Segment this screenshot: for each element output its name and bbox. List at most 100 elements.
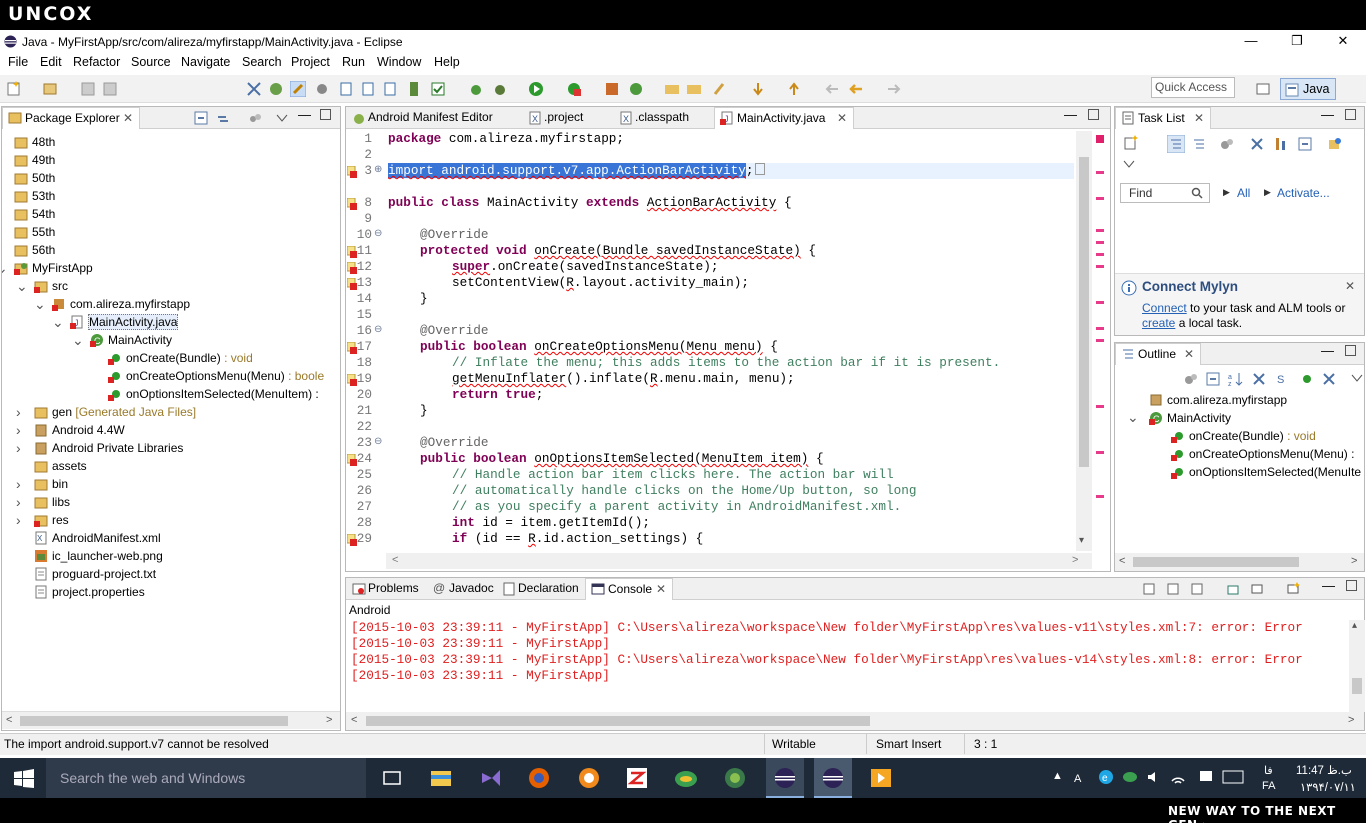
tree-item-50th[interactable]: ›50th — [14, 169, 55, 187]
package-explorer-hscroll[interactable]: < > — [2, 711, 340, 729]
tree-item-res[interactable]: › res — [16, 511, 69, 529]
new-icon[interactable] — [6, 81, 22, 97]
outline-item-onoptionsitemselected[interactable]: onOptionsItemSelected(MenuIte — [1171, 463, 1361, 481]
console-hscroll[interactable]: < > — [346, 712, 1364, 730]
view-menu-icon[interactable] — [1123, 159, 1135, 169]
all-link[interactable]: All — [1237, 186, 1250, 200]
minimize-view-icon[interactable]: — — [1321, 107, 1334, 122]
collapse-arrow-icon[interactable]: › — [16, 405, 26, 419]
maximize-view-icon[interactable] — [1088, 109, 1099, 120]
menu-window[interactable]: Window — [377, 55, 421, 69]
taskbar-eclipse-2[interactable] — [814, 758, 852, 798]
error-marker-icon[interactable] — [347, 262, 359, 274]
file-explorer-icon[interactable] — [430, 767, 452, 789]
hide-local-types-icon[interactable] — [1321, 371, 1337, 387]
expand-arrow-icon[interactable]: ⌄ — [2, 261, 8, 275]
view-menu-icon[interactable] — [276, 113, 288, 123]
console-vscroll[interactable]: ▴ — [1349, 620, 1365, 712]
skip-breakpoints-icon[interactable] — [246, 81, 262, 97]
media-player-icon[interactable] — [578, 767, 600, 789]
hide-completed-icon[interactable] — [1249, 136, 1265, 152]
new-class-icon[interactable] — [468, 81, 484, 97]
editor-hscroll[interactable]: < > — [386, 553, 1092, 569]
tree-item-54th[interactable]: ›54th — [14, 205, 55, 223]
tree-item-android-private-libraries[interactable]: › Android Private Libraries — [16, 439, 183, 457]
back-icon[interactable] — [848, 81, 864, 97]
scroll-lock-icon[interactable] — [1166, 582, 1180, 596]
view-menu-icon[interactable] — [1351, 373, 1363, 383]
tree-item-onoptionsitemselected[interactable]: onOptionsItemSelected(MenuItem) : — [108, 385, 319, 403]
tab-mainactivity[interactable]: MainActivity.java ✕ — [714, 107, 854, 129]
collapse-fold-icon[interactable]: ⊖ — [374, 324, 382, 335]
globe-app-icon[interactable] — [674, 767, 698, 789]
tree-item-53th[interactable]: ›53th — [14, 187, 55, 205]
tree-item-project-properties[interactable]: project.properties — [34, 583, 145, 601]
clock-date[interactable]: ۱۳۹۴/۰۷/۱۱ — [1300, 780, 1356, 794]
error-marker-icon[interactable] — [347, 534, 359, 546]
error-summary-icon[interactable] — [1096, 135, 1104, 143]
pin-console-icon[interactable] — [1226, 582, 1240, 596]
focus-icon[interactable] — [1183, 371, 1199, 387]
prev-annotation-icon[interactable] — [786, 81, 802, 97]
expand-fold-icon[interactable]: ⊕ — [374, 164, 382, 175]
lint-icon[interactable] — [338, 81, 354, 97]
collapse-fold-icon[interactable]: ⊖ — [374, 436, 382, 447]
expand-arrow-icon[interactable]: ⌄ — [34, 297, 46, 311]
checkbox-icon[interactable] — [430, 81, 446, 97]
scroll-thumb[interactable] — [1133, 557, 1299, 567]
menu-search[interactable]: Search — [242, 55, 282, 69]
close-icon[interactable]: ✕ — [123, 108, 133, 129]
new-java-icon[interactable] — [628, 81, 644, 97]
tree-item-package[interactable]: ⌄ com.alireza.myfirstapp — [34, 295, 190, 313]
open-type-icon[interactable] — [664, 81, 680, 97]
overview-ruler[interactable] — [1094, 131, 1110, 551]
collapse-arrow-icon[interactable]: › — [16, 495, 26, 509]
minimize-view-icon[interactable]: — — [298, 107, 311, 122]
video-player-icon[interactable] — [870, 767, 892, 789]
error-marker[interactable] — [1096, 171, 1104, 174]
close-button[interactable]: ✕ — [1320, 32, 1366, 50]
filter-icon[interactable] — [1273, 136, 1289, 152]
scroll-right-icon[interactable]: > — [1348, 714, 1354, 726]
visual-studio-icon[interactable] — [480, 767, 502, 789]
save-icon[interactable] — [80, 81, 96, 97]
error-marker[interactable] — [1096, 451, 1104, 454]
console-output[interactable]: [2015-10-03 23:39:11 - MyFirstApp] C:\Us… — [351, 620, 1347, 710]
collapse-arrow-icon[interactable]: › — [2, 191, 6, 201]
debug-icon[interactable] — [492, 81, 508, 97]
error-marker[interactable] — [1096, 229, 1104, 232]
tree-item-oncreate[interactable]: onCreate(Bundle) : void — [108, 349, 253, 367]
maximize-button[interactable]: ❐ — [1274, 32, 1320, 50]
error-marker-icon[interactable] — [347, 454, 359, 466]
tab-android-manifest[interactable]: Android Manifest Editor — [346, 107, 521, 129]
language-indicator-fa[interactable]: فا — [1264, 764, 1273, 777]
word-wrap-icon[interactable] — [1190, 582, 1204, 596]
error-marker[interactable] — [1096, 339, 1104, 342]
collapse-arrow-icon[interactable]: › — [2, 137, 6, 147]
collapse-arrow-icon[interactable]: › — [2, 245, 6, 255]
tree-item-55th[interactable]: ›55th — [14, 223, 55, 241]
clear-console-icon[interactable] — [1142, 582, 1156, 596]
action-center-icon[interactable] — [1198, 769, 1214, 785]
taskbar-search-box[interactable]: Search the web and Windows — [46, 758, 366, 798]
tab-package-explorer[interactable]: Package Explorer ✕ — [2, 107, 140, 129]
run-icon[interactable] — [528, 81, 544, 97]
collapse-all-icon[interactable] — [1205, 371, 1221, 387]
outline-hscroll[interactable]: < > — [1115, 553, 1364, 571]
error-marker[interactable] — [1096, 241, 1104, 244]
error-marker[interactable] — [1096, 265, 1104, 268]
open-task-icon[interactable] — [686, 81, 702, 97]
tree-item-gen[interactable]: › gen [Generated Java Files] — [16, 403, 196, 421]
scroll-left-icon[interactable]: < — [392, 554, 398, 566]
menu-help[interactable]: Help — [434, 55, 460, 69]
maximize-view-icon[interactable] — [1345, 345, 1356, 356]
run-external-icon[interactable] — [566, 81, 582, 97]
scroll-thumb[interactable] — [1352, 678, 1362, 694]
forward-icon[interactable] — [886, 81, 902, 97]
collapse-arrow-icon[interactable]: › — [16, 423, 26, 437]
minimize-view-icon[interactable]: — — [1064, 107, 1077, 122]
coverage-icon[interactable] — [604, 81, 620, 97]
tree-item-48th[interactable]: ›48th — [14, 133, 55, 151]
tree-item-oncreateoptionsmenu[interactable]: onCreateOptionsMenu(Menu) : boole — [108, 367, 324, 385]
scroll-left-icon[interactable]: < — [6, 714, 12, 726]
